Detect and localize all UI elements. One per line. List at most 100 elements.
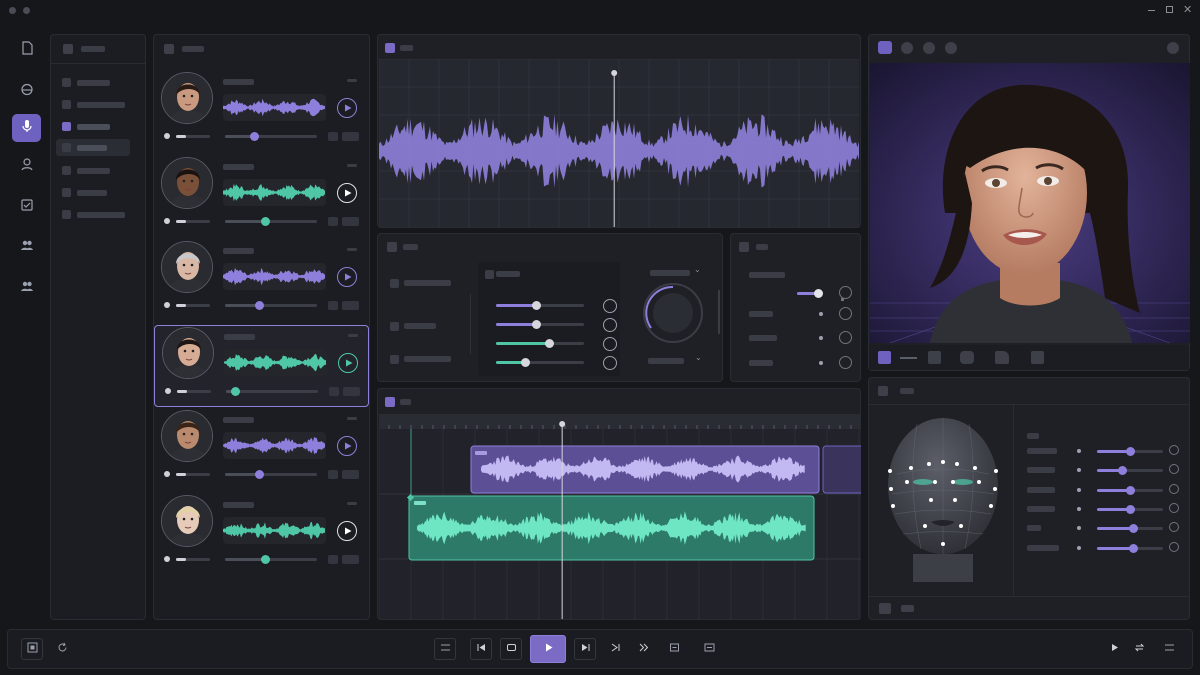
mixer-play-icon[interactable] bbox=[603, 337, 617, 351]
window-dot-icon[interactable] bbox=[9, 7, 16, 14]
voice-option-icon[interactable] bbox=[328, 301, 338, 310]
gain-knob[interactable] bbox=[643, 283, 703, 343]
voice-option-icon[interactable] bbox=[342, 301, 359, 310]
voice-card[interactable] bbox=[154, 156, 369, 238]
nav-document[interactable] bbox=[12, 36, 41, 64]
screen-icon[interactable] bbox=[878, 41, 892, 54]
face-param-slider[interactable] bbox=[1097, 447, 1163, 456]
voice-card[interactable] bbox=[154, 324, 369, 407]
menu-button[interactable] bbox=[434, 638, 456, 660]
settings-menu-button[interactable] bbox=[1156, 638, 1182, 660]
mixer-play-icon[interactable] bbox=[603, 299, 617, 313]
volume-slider[interactable] bbox=[176, 219, 210, 223]
nav-checklist[interactable] bbox=[12, 193, 41, 221]
main-waveform[interactable] bbox=[379, 59, 859, 227]
pitch-slider[interactable] bbox=[226, 386, 318, 396]
voice-play-button[interactable] bbox=[337, 182, 357, 203]
volume-slider[interactable] bbox=[177, 389, 211, 393]
nav-group[interactable] bbox=[12, 274, 41, 302]
nav-users[interactable] bbox=[12, 233, 41, 261]
timeline-tracks[interactable] bbox=[379, 414, 861, 619]
volume-slider[interactable] bbox=[176, 304, 210, 307]
play-button[interactable] bbox=[530, 635, 566, 663]
face-param-reset-icon[interactable] bbox=[1169, 522, 1179, 533]
voice-card[interactable] bbox=[154, 409, 369, 491]
voice-play-button[interactable] bbox=[337, 436, 357, 456]
voice-play-button[interactable] bbox=[337, 267, 357, 287]
pitch-slider[interactable] bbox=[225, 132, 317, 141]
voice-play-button[interactable] bbox=[337, 98, 357, 118]
pitch-slider[interactable] bbox=[225, 216, 317, 226]
voice-option-icon[interactable] bbox=[328, 554, 338, 564]
voice-card[interactable] bbox=[154, 240, 369, 322]
marker-button[interactable] bbox=[663, 638, 685, 660]
footer-icon[interactable] bbox=[879, 603, 891, 614]
voice-waveform[interactable] bbox=[223, 432, 326, 459]
volume-slider[interactable] bbox=[176, 135, 210, 138]
voice-card[interactable] bbox=[154, 494, 369, 576]
voice-option-icon[interactable] bbox=[342, 216, 359, 226]
setting-toggle-icon[interactable] bbox=[839, 307, 852, 320]
nav-user[interactable] bbox=[12, 152, 41, 180]
fast-forward-button[interactable] bbox=[632, 638, 654, 660]
voice-card[interactable] bbox=[154, 71, 369, 153]
voice-play-button[interactable] bbox=[337, 520, 357, 541]
skip-back-button[interactable] bbox=[470, 638, 492, 660]
minimize-icon[interactable] bbox=[1148, 10, 1155, 11]
mixer-slider[interactable] bbox=[496, 320, 584, 329]
tool-icon[interactable] bbox=[901, 42, 913, 54]
voice-waveform[interactable] bbox=[223, 178, 326, 206]
face-param-reset-icon[interactable] bbox=[1169, 483, 1179, 494]
face-param-reset-icon[interactable] bbox=[1169, 445, 1179, 455]
add-icon[interactable] bbox=[1167, 42, 1179, 54]
setting-toggle-icon[interactable] bbox=[839, 331, 852, 344]
edit-icon[interactable] bbox=[878, 351, 891, 364]
mixer-select[interactable]: ⌄ bbox=[648, 353, 702, 365]
close-icon[interactable]: ✕ bbox=[1183, 3, 1192, 16]
pitch-slider[interactable] bbox=[225, 554, 317, 564]
voice-play-button[interactable] bbox=[338, 352, 358, 373]
loop-button[interactable] bbox=[500, 638, 522, 660]
face-param-slider[interactable] bbox=[1097, 485, 1163, 495]
voice-option-icon[interactable] bbox=[342, 132, 359, 141]
face-param-slider[interactable] bbox=[1097, 524, 1163, 534]
setting-toggle-icon[interactable] bbox=[839, 356, 852, 369]
line-icon[interactable] bbox=[900, 357, 917, 359]
face-param-reset-icon[interactable] bbox=[1169, 464, 1179, 475]
brush-icon[interactable] bbox=[1031, 351, 1044, 364]
voice-option-icon[interactable] bbox=[343, 386, 360, 396]
voice-option-icon[interactable] bbox=[342, 470, 359, 479]
voice-waveform[interactable] bbox=[223, 263, 326, 290]
nav-microphone[interactable] bbox=[12, 114, 41, 142]
face-param-slider[interactable] bbox=[1097, 466, 1163, 476]
voice-option-icon[interactable] bbox=[329, 386, 339, 396]
volume-slider[interactable] bbox=[176, 557, 210, 561]
voice-waveform[interactable] bbox=[223, 94, 326, 121]
voice-waveform[interactable] bbox=[224, 348, 327, 376]
nav-dashboard[interactable] bbox=[12, 77, 41, 105]
hexagon-icon[interactable] bbox=[960, 351, 974, 364]
square-icon[interactable] bbox=[928, 351, 941, 364]
voice-option-icon[interactable] bbox=[328, 470, 338, 479]
mixer-slider[interactable] bbox=[496, 339, 584, 348]
mixer-slider[interactable] bbox=[496, 358, 584, 367]
caption-button[interactable] bbox=[698, 638, 720, 660]
snapshot-button[interactable] bbox=[21, 638, 43, 660]
mixer-play-icon[interactable] bbox=[603, 356, 617, 370]
volume-slider[interactable] bbox=[176, 473, 210, 476]
play-mode-button[interactable] bbox=[1103, 638, 1125, 660]
mixer-play-icon[interactable] bbox=[603, 318, 617, 332]
tool-icon[interactable] bbox=[923, 42, 935, 54]
shape-icon[interactable] bbox=[995, 351, 1009, 364]
pitch-slider[interactable] bbox=[225, 301, 317, 310]
face-param-slider[interactable] bbox=[1097, 504, 1163, 514]
avatar-preview[interactable] bbox=[870, 63, 1190, 343]
voice-option-icon[interactable] bbox=[328, 216, 338, 226]
tool-icon[interactable] bbox=[945, 42, 957, 54]
voice-waveform[interactable] bbox=[223, 516, 326, 544]
sync-button[interactable] bbox=[51, 638, 73, 660]
face-param-slider[interactable] bbox=[1097, 543, 1163, 553]
mixer-slider[interactable] bbox=[496, 301, 584, 310]
tree-item-selected[interactable] bbox=[56, 139, 130, 156]
mixer-select[interactable]: ⌄ bbox=[650, 265, 702, 277]
